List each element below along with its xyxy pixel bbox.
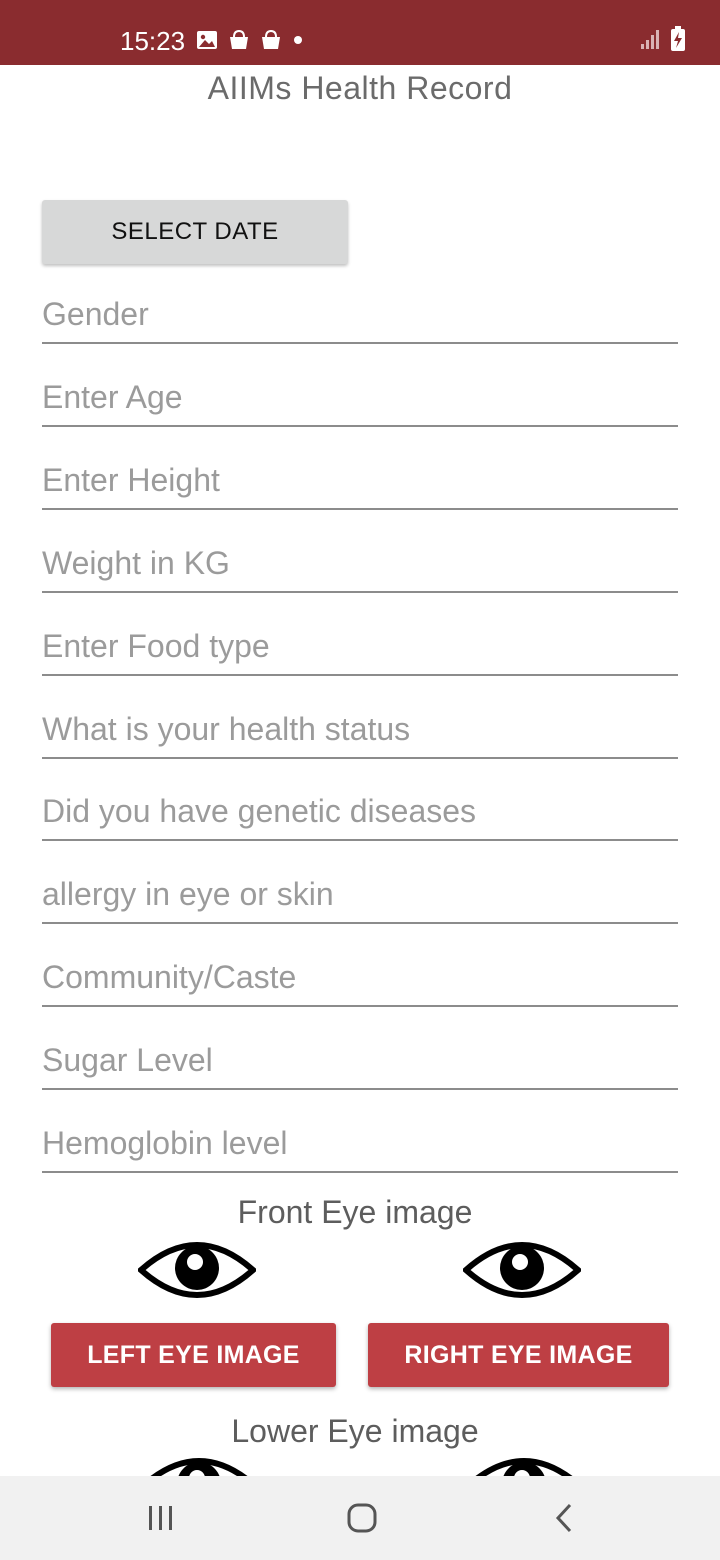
weight-field[interactable]	[42, 541, 678, 593]
app-title: AIIMs Health Record	[207, 70, 513, 106]
gender-field[interactable]	[42, 292, 678, 344]
height-field[interactable]	[42, 458, 678, 510]
left-lower-eye-icon[interactable]	[140, 1450, 258, 1476]
community-caste-field[interactable]	[42, 955, 678, 1007]
signal-icon	[640, 28, 662, 55]
sugar-level-input[interactable]	[42, 1038, 678, 1088]
right-eye-image-button[interactable]: RIGHT EYE IMAGE	[368, 1323, 669, 1387]
allergy-field[interactable]	[42, 872, 678, 924]
sugar-level-field[interactable]	[42, 1038, 678, 1090]
community-caste-input[interactable]	[42, 955, 678, 1005]
right-lower-eye-icon[interactable]	[465, 1450, 583, 1476]
shopping-bag-icon	[228, 29, 250, 56]
food-type-input[interactable]	[42, 624, 678, 674]
health-status-input[interactable]	[42, 707, 678, 757]
age-field[interactable]	[42, 375, 678, 427]
navigation-bar	[0, 1476, 720, 1560]
gender-input[interactable]	[42, 292, 678, 342]
lower-eye-title: Lower Eye image	[231, 1413, 479, 1449]
battery-charging-icon	[670, 25, 686, 57]
genetic-diseases-field[interactable]	[42, 789, 678, 841]
left-front-eye-icon[interactable]	[136, 1234, 258, 1306]
age-input[interactable]	[42, 375, 678, 425]
select-date-button[interactable]: SELECT DATE	[42, 200, 348, 264]
genetic-diseases-input[interactable]	[42, 789, 678, 839]
status-bar: 15:23	[0, 0, 720, 65]
status-time: 15:23	[120, 26, 186, 56]
shopping-bag-icon	[260, 29, 282, 56]
food-type-field[interactable]	[42, 624, 678, 676]
front-eye-title: Front Eye image	[237, 1194, 473, 1230]
left-eye-image-button[interactable]: LEFT EYE IMAGE	[51, 1323, 336, 1387]
right-front-eye-icon[interactable]	[461, 1234, 583, 1306]
status-icons-left	[196, 29, 304, 56]
notification-dot-icon	[292, 33, 304, 51]
home-icon[interactable]	[332, 1500, 392, 1536]
gallery-icon	[196, 30, 218, 55]
status-icons-right	[640, 25, 686, 57]
height-input[interactable]	[42, 458, 678, 508]
allergy-input[interactable]	[42, 872, 678, 922]
recent-apps-icon[interactable]	[131, 1500, 191, 1536]
weight-input[interactable]	[42, 541, 678, 591]
hemoglobin-level-input[interactable]	[42, 1121, 678, 1171]
back-icon[interactable]	[534, 1500, 594, 1536]
hemoglobin-level-field[interactable]	[42, 1121, 678, 1173]
health-status-field[interactable]	[42, 707, 678, 759]
